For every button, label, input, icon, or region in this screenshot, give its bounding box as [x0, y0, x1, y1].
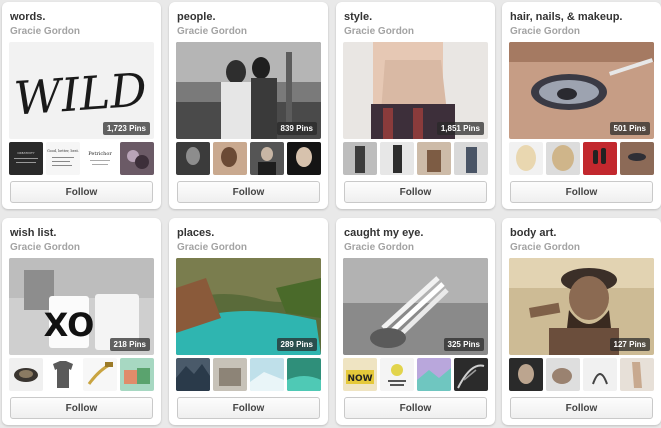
svg-text:WILD: WILD [12, 62, 148, 125]
tattoo-thumb-1[interactable] [509, 358, 543, 391]
pin-count-badge: 325 Pins [443, 338, 484, 351]
pin-count-badge: 839 Pins [276, 122, 317, 135]
board-title[interactable]: hair, nails, & makeup. [510, 11, 655, 23]
board-card-caught-my-eye[interactable]: caught my eye. Gracie Gordon 325 Pins NO… [336, 218, 495, 425]
board-cover-image[interactable]: 839 Pins [176, 42, 321, 139]
board-owner[interactable]: Gracie Gordon [177, 242, 247, 253]
quote-card-dark-thumb[interactable]: CREATIVITY [9, 142, 43, 175]
board-cover-image[interactable]: WILD 1,723 Pins [9, 42, 154, 139]
portrait-thumb-3[interactable] [250, 142, 284, 175]
board-cover-image[interactable]: 501 Pins [509, 42, 654, 139]
board-cover-image[interactable]: 1,851 Pins [343, 42, 488, 139]
board-card-wish-list[interactable]: wish list. Gracie Gordon XO 218 Pins Fol… [2, 218, 161, 425]
follow-button[interactable]: Follow [177, 181, 320, 203]
board-title[interactable]: style. [344, 11, 489, 23]
now-sign-thumb[interactable]: NOW [343, 358, 377, 391]
board-card-people[interactable]: people. Gracie Gordon 839 Pins Follow [169, 2, 328, 209]
pin-count-badge: 501 Pins [609, 122, 650, 135]
board-card-body-art[interactable]: body art. Gracie Gordon 127 Pins Follow [502, 218, 661, 425]
portrait-thumb-1[interactable] [176, 142, 210, 175]
portrait-thumb-4[interactable] [287, 142, 321, 175]
pin-count-badge: 127 Pins [609, 338, 650, 351]
board-title[interactable]: people. [177, 11, 322, 23]
board-owner[interactable]: Gracie Gordon [344, 26, 414, 37]
board-owner[interactable]: Gracie Gordon [510, 26, 580, 37]
pastel-landscape-thumb[interactable] [417, 358, 451, 391]
tattoo-thumb-4[interactable] [620, 358, 654, 391]
board-owner[interactable]: Gracie Gordon [510, 242, 580, 253]
follow-button[interactable]: Follow [510, 181, 653, 203]
quote-card-petrichor-thumb[interactable]: Petrichor [83, 142, 117, 175]
board-owner[interactable]: Gracie Gordon [344, 242, 414, 253]
follow-button[interactable]: Follow [10, 181, 153, 203]
board-title[interactable]: places. [177, 227, 322, 239]
board-title[interactable]: words. [10, 11, 155, 23]
quote-card-good-better-best-thumb[interactable]: Good, better, best. [46, 142, 80, 175]
svg-text:Petrichor: Petrichor [88, 151, 112, 157]
camera-lens-thumb[interactable] [9, 358, 43, 391]
board-card-hair-nails-makeup[interactable]: hair, nails, & makeup. Gracie Gordon 501… [502, 2, 661, 209]
board-cover-image[interactable]: 289 Pins [176, 258, 321, 355]
board-title[interactable]: body art. [510, 227, 655, 239]
follow-button[interactable]: Follow [344, 397, 487, 419]
board-cover-image[interactable]: XO 218 Pins [9, 258, 154, 355]
follow-button[interactable]: Follow [177, 397, 320, 419]
poster-thumb[interactable] [380, 358, 414, 391]
svg-text:CREATIVITY: CREATIVITY [17, 151, 34, 155]
follow-button[interactable]: Follow [10, 397, 153, 419]
board-cover-image[interactable]: 325 Pins [343, 258, 488, 355]
mountain-lake-thumb[interactable] [176, 358, 210, 391]
glacier-thumb[interactable] [250, 358, 284, 391]
outfit-thumb-2[interactable] [380, 142, 414, 175]
hair-thumb-2[interactable] [546, 142, 580, 175]
pin-count-badge: 218 Pins [109, 338, 150, 351]
outfit-thumb-3[interactable] [417, 142, 451, 175]
svg-text:XO: XO [44, 306, 95, 344]
board-card-style[interactable]: style. Gracie Gordon 1,851 Pins Follow [336, 2, 495, 209]
board-cover-image[interactable]: 127 Pins [509, 258, 654, 355]
board-card-places[interactable]: places. Gracie Gordon 289 Pins Follow [169, 218, 328, 425]
outfit-thumb-4[interactable] [454, 142, 488, 175]
pin-count-badge: 1,723 Pins [102, 122, 150, 135]
outfit-thumb-1[interactable] [343, 142, 377, 175]
board-title[interactable]: caught my eye. [344, 227, 489, 239]
portrait-thumb-2[interactable] [213, 142, 247, 175]
lagoon-thumb[interactable] [287, 358, 321, 391]
board-title[interactable]: wish list. [10, 227, 155, 239]
nails-thumb[interactable] [583, 142, 617, 175]
hair-thumb-1[interactable] [509, 142, 543, 175]
board-owner[interactable]: Gracie Gordon [10, 26, 80, 37]
jewelry-thumb[interactable] [120, 142, 154, 175]
pin-count-badge: 1,851 Pins [436, 122, 484, 135]
board-owner[interactable]: Gracie Gordon [177, 26, 247, 37]
palm-leaf-thumb[interactable] [454, 358, 488, 391]
tattoo-thumb-2[interactable] [546, 358, 580, 391]
board-owner[interactable]: Gracie Gordon [10, 242, 80, 253]
usb-cable-thumb[interactable] [83, 358, 117, 391]
follow-button[interactable]: Follow [510, 397, 653, 419]
svg-text:NOW: NOW [347, 374, 372, 384]
tattoo-thumb-3[interactable] [583, 358, 617, 391]
board-card-words[interactable]: words. Gracie Gordon WILD 1,723 Pins CRE… [2, 2, 161, 209]
pin-count-badge: 289 Pins [276, 338, 317, 351]
pillows-thumb[interactable] [120, 358, 154, 391]
makeup-thumb[interactable] [620, 142, 654, 175]
ruins-thumb[interactable] [213, 358, 247, 391]
graphic-tee-thumb[interactable] [46, 358, 80, 391]
svg-text:Good, better, best.: Good, better, best. [47, 149, 79, 153]
follow-button[interactable]: Follow [344, 181, 487, 203]
